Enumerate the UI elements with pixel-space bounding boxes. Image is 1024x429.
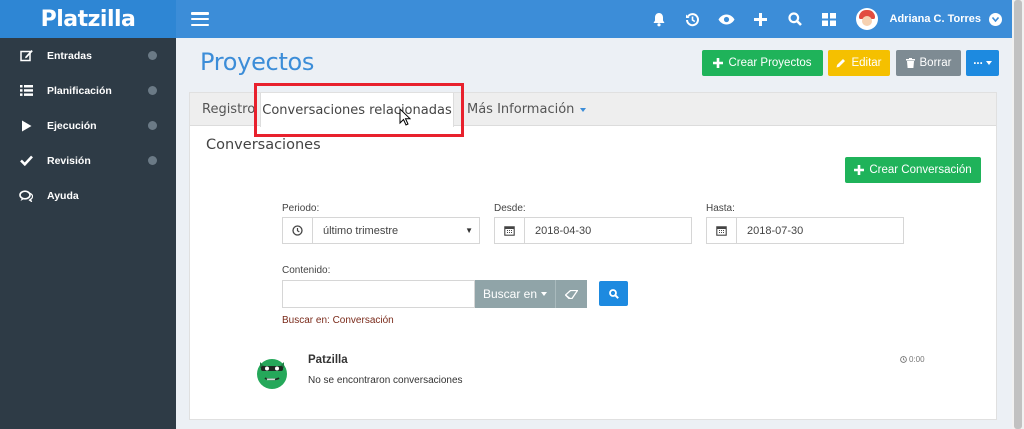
more-label: ... — [973, 54, 983, 67]
period-select[interactable]: último trimestre ▼ — [282, 217, 480, 244]
delete-button[interactable]: Borrar — [896, 50, 961, 76]
history-icon[interactable] — [676, 0, 710, 38]
tab-bar: Registro Conversaciones relacionadas Más… — [190, 93, 996, 127]
tab-label: Conversaciones relacionadas — [262, 102, 452, 118]
top-actions: Adriana C. Torres — [642, 0, 1013, 38]
sidebar: Entradas Planificación Ejecución Revisió… — [0, 38, 176, 429]
calendar-icon — [707, 218, 737, 243]
edit-button[interactable]: Editar — [828, 50, 890, 76]
grid-icon[interactable] — [812, 0, 846, 38]
scrollbar-thumb[interactable] — [1014, 0, 1022, 429]
edit-label: Editar — [851, 57, 882, 69]
conversation-time-value: 0:00 — [909, 355, 925, 364]
chevron-right-icon — [148, 121, 157, 130]
to-date-value: 2018-07-30 — [747, 224, 804, 237]
conversations-title: Conversaciones — [206, 137, 321, 153]
bell-icon[interactable] — [642, 0, 676, 38]
page-scrollbar[interactable] — [1012, 0, 1024, 429]
sidebar-item-entradas[interactable]: Entradas — [0, 38, 176, 73]
top-navbar: Adriana C. Torres — [176, 0, 1012, 38]
caret-down-icon — [985, 61, 992, 65]
clear-search-button[interactable] — [555, 280, 587, 308]
from-label: Desde: — [494, 203, 526, 214]
create-conversation-label: Crear Conversación — [869, 164, 972, 176]
sidebar-item-label: Ejecución — [47, 119, 97, 132]
caret-down-icon — [580, 107, 587, 112]
search-in-dropdown[interactable]: Buscar en — [475, 280, 555, 308]
period-value: último trimestre — [323, 224, 399, 237]
from-date-field[interactable]: 2018-04-30 — [494, 217, 692, 244]
content-search-input[interactable] — [282, 280, 475, 308]
chevron-down-icon — [989, 12, 1002, 26]
menu-toggle-icon[interactable] — [191, 12, 209, 26]
create-project-label: Crear Proyectos — [728, 57, 812, 69]
sidebar-item-label: Entradas — [47, 49, 92, 62]
app-logo[interactable]: Platzilla — [0, 0, 176, 38]
tab-conversaciones[interactable]: Conversaciones relacionadas — [260, 93, 454, 127]
more-actions-button[interactable]: ... — [966, 50, 999, 76]
conversation-time: 0:00 — [900, 355, 925, 364]
sidebar-item-label: Ayuda — [47, 189, 79, 202]
trash-icon — [905, 58, 915, 68]
sidebar-item-ejecucion[interactable]: Ejecución — [0, 108, 176, 143]
from-date-value: 2018-04-30 — [535, 224, 592, 237]
create-conversation-button[interactable]: Crear Conversación — [845, 157, 981, 183]
conversation-empty-message: No se encontraron conversaciones — [308, 375, 463, 386]
sidebar-item-planificacion[interactable]: Planificación — [0, 73, 176, 108]
search-icon[interactable] — [778, 0, 812, 38]
search-in-label: Buscar en — [482, 287, 538, 301]
play-icon — [19, 119, 33, 133]
tab-label: Más Información — [467, 102, 575, 117]
content-label: Contenido: — [282, 265, 331, 276]
plus-icon — [713, 58, 724, 68]
to-label: Hasta: — [706, 203, 735, 214]
patzilla-avatar-icon — [257, 359, 287, 389]
plus-icon[interactable] — [744, 0, 778, 38]
clock-icon — [900, 356, 907, 363]
user-name: Adriana C. Torres — [889, 13, 982, 25]
search-button[interactable] — [599, 281, 628, 306]
conversation-author: Patzilla — [308, 354, 348, 366]
chat-icon — [19, 189, 33, 203]
caret-down-icon — [541, 292, 548, 296]
tab-registro[interactable]: Registro — [202, 93, 255, 126]
check-icon — [19, 154, 33, 168]
calendar-icon — [495, 218, 525, 243]
sidebar-item-revision[interactable]: Revisión — [0, 143, 176, 178]
user-menu[interactable]: Adriana C. Torres — [855, 8, 1002, 30]
clock-icon — [283, 218, 313, 243]
plus-icon — [854, 165, 865, 175]
avatar — [855, 8, 878, 30]
sidebar-item-label: Planificación — [47, 84, 112, 97]
mouse-cursor-icon — [399, 108, 411, 126]
sidebar-item-label: Revisión — [47, 154, 91, 167]
page-title: Proyectos — [200, 48, 315, 76]
search-icon — [608, 288, 619, 299]
pencil-icon — [836, 58, 846, 68]
chevron-right-icon — [148, 86, 157, 95]
search-hint: Buscar en: Conversación — [282, 315, 394, 326]
sidebar-item-ayuda[interactable]: Ayuda — [0, 178, 176, 213]
period-label: Periodo: — [282, 203, 320, 214]
to-date-field[interactable]: 2018-07-30 — [706, 217, 904, 244]
chevron-right-icon — [148, 51, 157, 60]
tab-label: Registro — [202, 102, 256, 117]
eye-icon[interactable] — [710, 0, 744, 38]
create-project-button[interactable]: Crear Proyectos — [702, 50, 823, 76]
tab-mas-informacion[interactable]: Más Información — [467, 93, 587, 126]
eraser-icon — [565, 289, 578, 299]
edit-icon — [19, 49, 33, 63]
delete-label: Borrar — [919, 57, 952, 69]
list-icon — [19, 84, 33, 98]
caret-down-icon: ▼ — [465, 226, 473, 235]
chevron-right-icon — [148, 156, 157, 165]
